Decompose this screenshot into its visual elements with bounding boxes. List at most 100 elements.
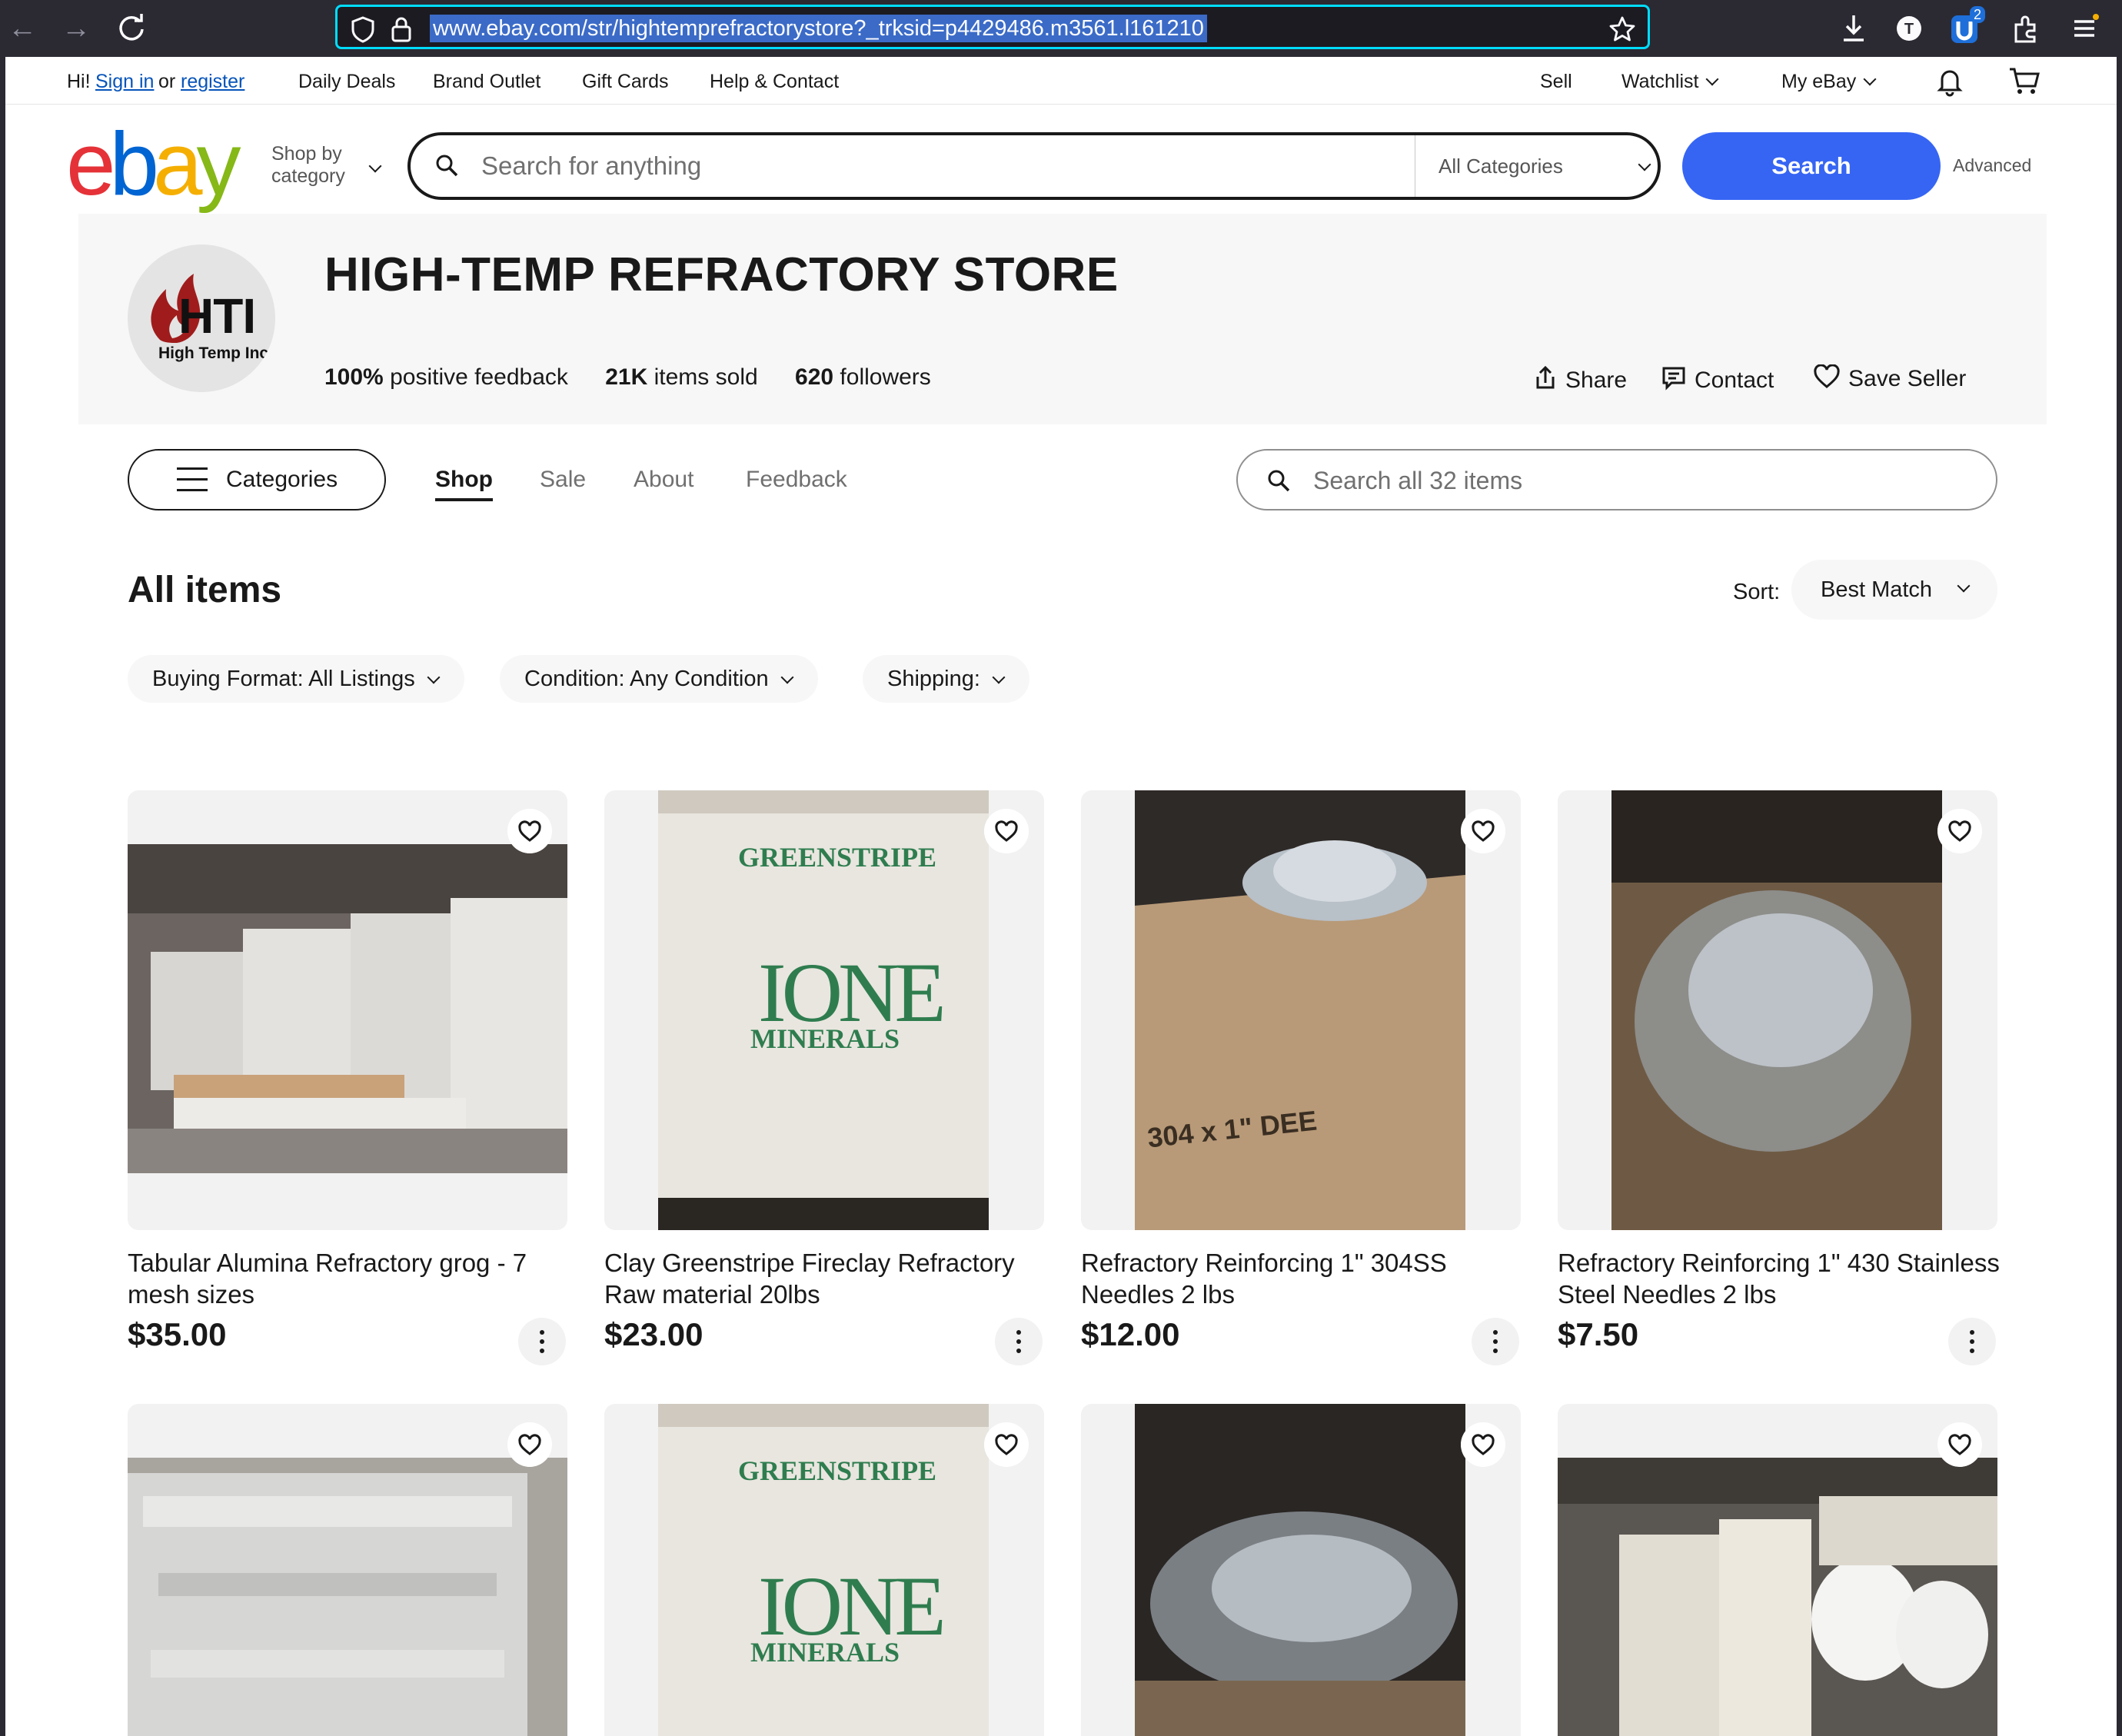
watch-heart-icon[interactable] — [507, 1422, 552, 1467]
back-icon[interactable]: ← — [5, 11, 40, 46]
more-options-icon[interactable] — [518, 1318, 566, 1365]
item-title[interactable]: Refractory Reinforcing 1" 304SS Needles … — [1081, 1247, 1527, 1310]
watch-heart-icon[interactable] — [984, 809, 1029, 853]
watch-heart-icon[interactable] — [1937, 809, 1982, 853]
help-contact-link[interactable]: Help & Contact — [710, 70, 839, 93]
store-banner: HTI High Temp Inc. HIGH-TEMP REFRACTORY … — [78, 214, 2047, 424]
contact-button[interactable]: Contact — [1661, 364, 1774, 394]
save-seller-label: Save Seller — [1848, 366, 1967, 391]
bag-brand-label: GREENSTRIPE — [738, 842, 937, 873]
more-options-icon[interactable] — [995, 1318, 1043, 1365]
shop-by-category-button[interactable]: Shop by category — [271, 143, 345, 188]
chevron-down-icon — [780, 670, 794, 684]
followers-label: followers — [840, 364, 931, 390]
search-button[interactable]: Search — [1682, 132, 1941, 200]
watchlist-dropdown[interactable]: Watchlist — [1621, 70, 1719, 93]
chevron-down-icon — [1863, 72, 1877, 86]
tab-sale[interactable]: Sale — [540, 466, 586, 494]
window-edge-right — [2117, 57, 2122, 1736]
ebay-logo[interactable]: ebay — [66, 119, 241, 208]
brand-outlet-link[interactable]: Brand Outlet — [433, 70, 540, 93]
sold-value: 21K — [605, 364, 648, 390]
watch-heart-icon[interactable] — [507, 809, 552, 853]
share-icon — [1536, 365, 1555, 389]
store-logo-text: HTI — [178, 288, 256, 344]
global-search-bar[interactable]: Search for anything All Categories — [407, 132, 1661, 200]
tab-feedback[interactable]: Feedback — [746, 466, 847, 494]
watch-heart-icon[interactable] — [984, 1422, 1029, 1467]
watch-heart-icon[interactable] — [1461, 809, 1505, 853]
address-bar[interactable]: www.ebay.com/str/hightemprefractorystore… — [335, 5, 1650, 49]
register-link[interactable]: register — [181, 70, 244, 93]
sell-link[interactable]: Sell — [1540, 70, 1572, 93]
item-image[interactable] — [1558, 790, 1997, 1230]
menu-icon[interactable] — [2067, 11, 2102, 46]
categories-button[interactable]: Categories — [128, 449, 386, 510]
feedback-label: positive feedback — [390, 364, 568, 390]
my-ebay-dropdown[interactable]: My eBay — [1781, 70, 1877, 93]
tab-shop[interactable]: Shop — [435, 466, 493, 501]
watch-heart-icon[interactable] — [1461, 1422, 1505, 1467]
notification-bell-icon[interactable] — [1934, 65, 1966, 97]
item-title[interactable]: Refractory Reinforcing 1" 430 Stainless … — [1558, 1247, 2004, 1310]
item-title[interactable]: Tabular Alumina Refractory grog - 7 mesh… — [128, 1247, 574, 1310]
buying-format-label: Buying Format: All Listings — [152, 667, 415, 691]
more-options-icon[interactable] — [1472, 1318, 1519, 1365]
save-seller-button[interactable]: Save Seller — [1813, 364, 1966, 392]
item-image[interactable]: GREENSTRIPE IONE MINERALS — [604, 1404, 1044, 1736]
item-price: $23.00 — [604, 1316, 703, 1352]
extension-icon[interactable]: 2 — [1947, 6, 1986, 48]
url-text[interactable]: www.ebay.com/str/hightemprefractorystore… — [430, 15, 1207, 42]
gift-cards-link[interactable]: Gift Cards — [582, 70, 669, 93]
shipping-filter[interactable]: Shipping: — [863, 655, 1029, 703]
item-price: $12.00 — [1081, 1316, 1180, 1352]
reload-icon[interactable] — [114, 11, 149, 46]
chevron-down-icon — [427, 670, 441, 684]
lock-icon[interactable] — [387, 15, 416, 44]
extensions-puzzle-icon[interactable] — [2008, 11, 2044, 46]
sign-in-link[interactable]: Sign in — [95, 70, 154, 93]
search-input[interactable]: Search for anything — [481, 149, 701, 183]
tab-about[interactable]: About — [634, 466, 693, 494]
store-search-bar[interactable]: Search all 32 items — [1236, 449, 1997, 510]
chevron-down-icon — [1705, 72, 1719, 86]
cart-icon[interactable] — [2007, 65, 2041, 97]
store-logo[interactable]: HTI High Temp Inc. — [128, 244, 275, 392]
followers-value: 620 — [795, 364, 834, 390]
more-options-icon[interactable] — [1948, 1318, 1996, 1365]
account-avatar-icon[interactable]: T — [1891, 11, 1927, 46]
store-stats: 100% positive feedback 21K items sold 62… — [324, 364, 962, 391]
advanced-search-link[interactable]: Advanced — [1953, 155, 2031, 176]
feedback-stat[interactable]: 100% positive feedback — [324, 364, 568, 390]
item-image[interactable]: GREENSTRIPE IONE MINERALS — [604, 790, 1044, 1230]
item-image[interactable] — [128, 790, 567, 1230]
bookmark-star-icon[interactable] — [1608, 15, 1637, 44]
chevron-down-icon — [1638, 158, 1651, 171]
logo-letter-y: y — [196, 114, 241, 214]
share-label: Share — [1565, 367, 1628, 393]
item-image[interactable] — [1081, 1404, 1521, 1736]
global-top-nav: Hi! Sign in or register Daily Deals Bran… — [5, 57, 2117, 105]
buying-format-filter[interactable]: Buying Format: All Listings — [128, 655, 464, 703]
item-image[interactable] — [1558, 1404, 1997, 1736]
item-title[interactable]: Clay Greenstripe Fireclay Refractory Raw… — [604, 1247, 1050, 1310]
item-price: $7.50 — [1558, 1316, 1639, 1352]
forward-icon[interactable]: → — [58, 11, 94, 46]
item-image[interactable] — [128, 1404, 567, 1736]
my-ebay-label: My eBay — [1781, 71, 1857, 92]
sold-label: items sold — [654, 364, 758, 390]
items-sold-stat: 21K items sold — [605, 364, 757, 390]
extension-badge: 2 — [1970, 6, 1986, 23]
category-select[interactable]: All Categories — [1415, 135, 1661, 197]
bag-maker-label: MINERALS — [750, 1023, 900, 1054]
share-button[interactable]: Share — [1533, 364, 1627, 394]
watch-heart-icon[interactable] — [1937, 1422, 1982, 1467]
item-image[interactable]: 304 x 1" DEE — [1081, 790, 1521, 1230]
store-search-input[interactable]: Search all 32 items — [1313, 466, 1522, 495]
daily-deals-link[interactable]: Daily Deals — [298, 70, 395, 93]
condition-filter[interactable]: Condition: Any Condition — [500, 655, 818, 703]
shield-icon[interactable] — [348, 15, 378, 44]
feedback-value: 100% — [324, 364, 384, 390]
download-icon[interactable] — [1836, 11, 1871, 46]
sort-dropdown[interactable]: Best Match — [1791, 560, 1997, 620]
